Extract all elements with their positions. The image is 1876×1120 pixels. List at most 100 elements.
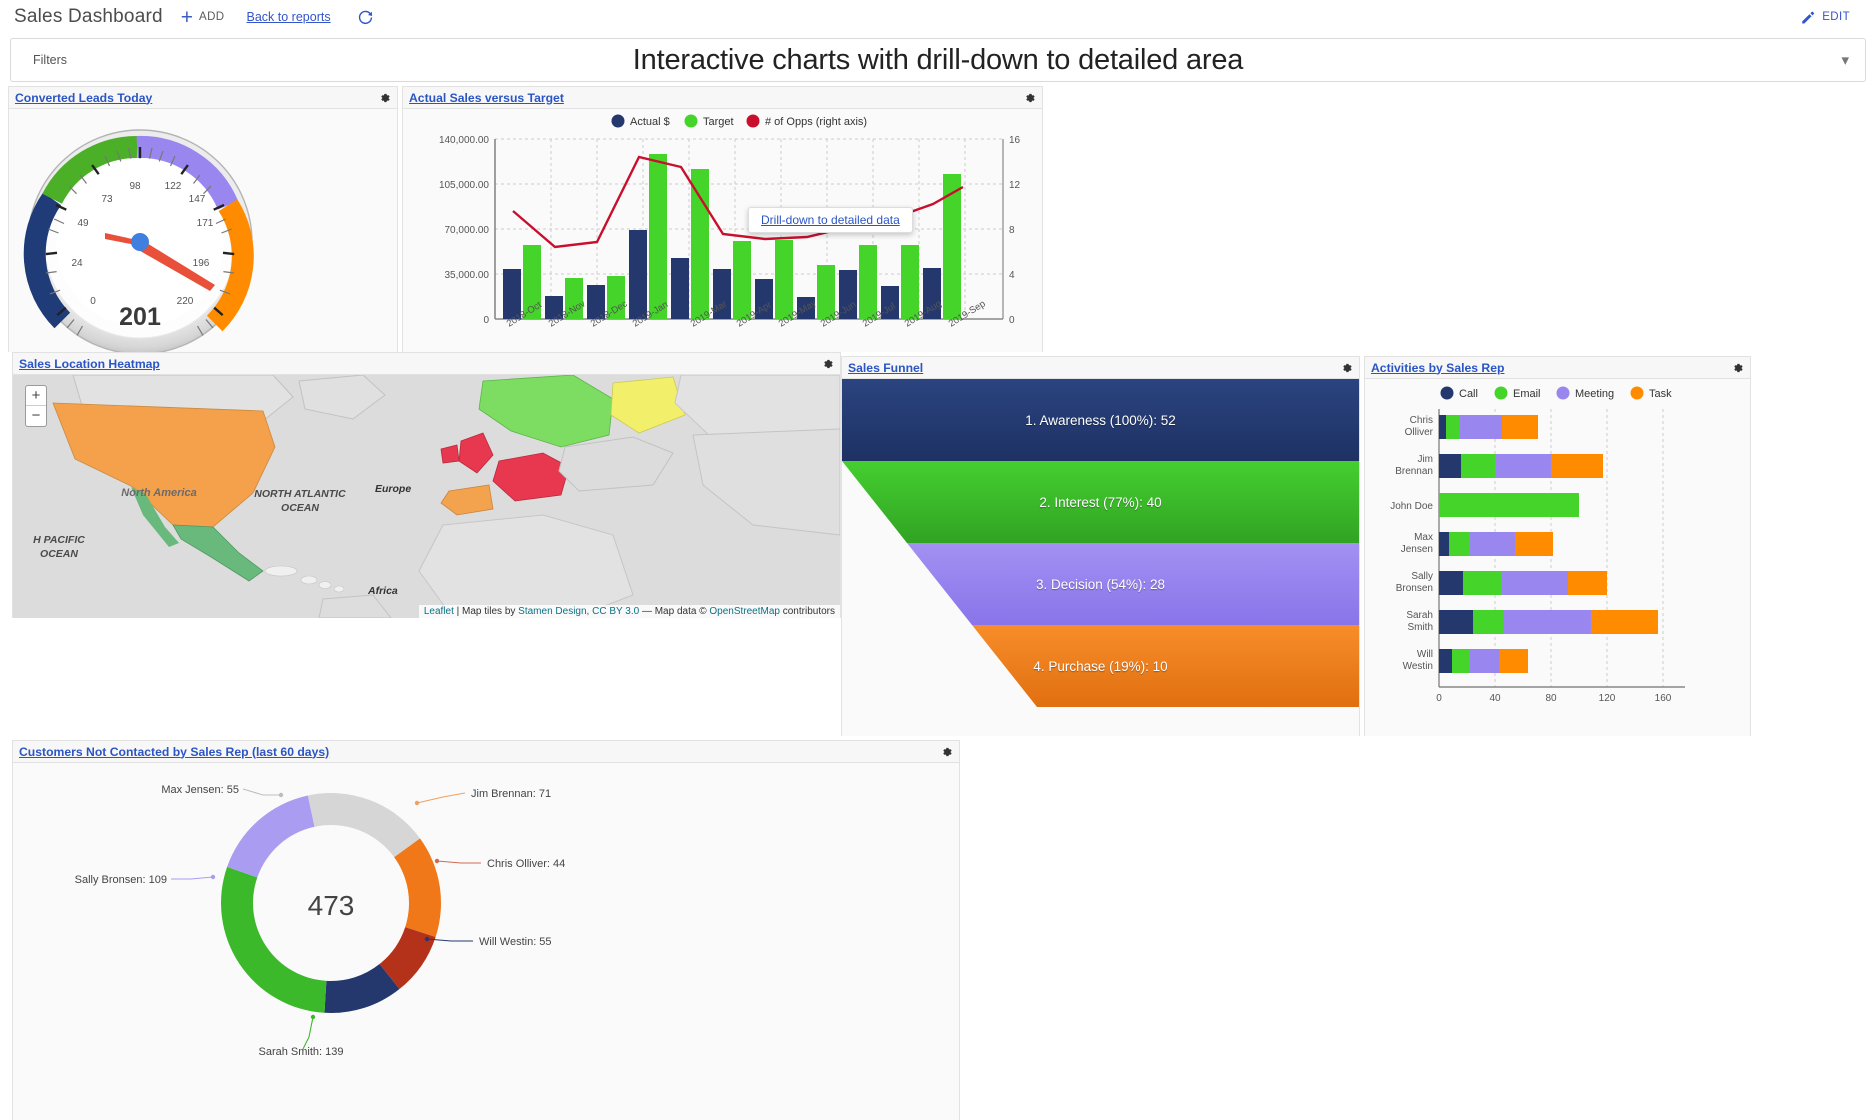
pencil-icon (1802, 11, 1815, 23)
gauge-tick-147: 147 (189, 194, 206, 205)
gear-icon[interactable] (822, 358, 834, 370)
gauge-chart: 0 24 49 73 98 122 147 171 196 220 201 (23, 129, 254, 352)
edit-button[interactable]: EDIT (1800, 10, 1850, 25)
panel-title-customers[interactable]: Customers Not Contacted by Sales Rep (la… (19, 745, 329, 759)
legend-label-call: Call (1459, 388, 1478, 400)
donut-label-jim-brennan: Jim Brennan: 71 (471, 788, 551, 800)
activity-row-john-doe[interactable] (1439, 493, 1579, 517)
cat-label-will-0: Will (1417, 649, 1433, 660)
y2-tick-0: 0 (1009, 315, 1015, 326)
cat-label-jim-0: Jim (1417, 454, 1433, 465)
world-heatmap[interactable] (13, 375, 840, 618)
donut-slice-jim-brennan[interactable] (394, 838, 441, 937)
gear-icon[interactable] (1341, 362, 1353, 374)
page-title: Sales Dashboard (14, 6, 163, 27)
panel-header-sales-funnel: Sales Funnel (842, 357, 1359, 379)
cat-label-jim-1: Brennan (1395, 466, 1433, 477)
donut-label-sally-bronsen: Sally Bronsen: 109 (75, 874, 167, 886)
panel-title-activities[interactable]: Activities by Sales Rep (1371, 361, 1504, 375)
x-tick-40: 40 (1489, 693, 1501, 704)
gear-icon[interactable] (941, 746, 953, 758)
add-button[interactable]: + ADD (181, 7, 225, 28)
activity-row-jim-brennan[interactable] (1439, 454, 1603, 478)
donut-slice-sally-bronsen[interactable] (227, 795, 315, 878)
gear-icon[interactable] (1732, 362, 1744, 374)
chart-legend: Actual $ Target # of Opps (right axis) (611, 114, 867, 128)
legend-label-opps: # of Opps (right axis) (765, 116, 867, 128)
plus-icon: + (180, 5, 194, 29)
cat-label-sally-1: Bronsen (1396, 583, 1433, 594)
back-to-reports-link[interactable]: Back to reports (247, 10, 331, 24)
panel-title-converted-leads[interactable]: Converted Leads Today (15, 91, 152, 105)
funnel-label-purchase: 4. Purchase (19%): 10 (1033, 659, 1168, 674)
refresh-button[interactable] (357, 9, 374, 26)
cat-label-max-0: Max (1414, 532, 1433, 543)
legend-label-task: Task (1649, 388, 1672, 400)
donut-center-total: 473 (308, 890, 355, 921)
filters-label[interactable]: Filters (33, 53, 67, 67)
panel-sales-location: Sales Location Heatmap + − North America… (12, 352, 841, 618)
panel-body-activities: Call Email Meeting Task Chris Olliver Ji… (1365, 379, 1750, 736)
actual-sales-vs-target-chart: Actual $ Target # of Opps (right axis) 0… (439, 114, 1021, 330)
donut-slice-sarah-smith[interactable] (221, 866, 327, 1013)
cat-label-sarah-0: Sarah (1406, 610, 1433, 621)
gauge-tick-196: 196 (193, 258, 210, 269)
gauge-tick-49: 49 (77, 218, 89, 229)
map-zoom-controls[interactable]: + − (25, 385, 47, 427)
legend-swatch-target (684, 114, 698, 128)
activity-row-will-westin[interactable] (1439, 649, 1528, 673)
panel-body-sales-location[interactable]: + − North America NORTH ATLANTIC OCEAN H… (13, 375, 840, 618)
map-zoom-out-button[interactable]: − (26, 406, 46, 426)
y2-tick-4: 4 (1009, 270, 1015, 281)
panel-converted-leads: Converted Leads Today 0 24 49 73 98 122 … (8, 86, 398, 352)
panel-activities: Activities by Sales Rep Call Email Meeti… (1364, 356, 1751, 736)
funnel-label-awareness: 1. Awareness (100%): 52 (1025, 413, 1176, 428)
donut-slice-max-jensen[interactable] (307, 792, 420, 858)
panel-header-actual-sales: Actual Sales versus Target (403, 87, 1042, 109)
stamen-link[interactable]: Stamen Design, CC BY 3.0 (518, 606, 639, 617)
activity-row-sally-bronsen[interactable] (1439, 571, 1607, 595)
dashboard-title: Interactive charts with drill-down to de… (632, 43, 1244, 76)
gauge-tick-171: 171 (197, 218, 214, 229)
gauge-tick-73: 73 (101, 194, 113, 205)
x-tick-0: 0 (1436, 693, 1442, 704)
gear-icon[interactable] (379, 92, 391, 104)
panel-title-sales-location[interactable]: Sales Location Heatmap (19, 357, 160, 371)
funnel-label-decision: 3. Decision (54%): 28 (1035, 577, 1166, 592)
panel-title-sales-funnel[interactable]: Sales Funnel (848, 361, 923, 375)
y-tick-105000: 105,000.00 (439, 180, 489, 191)
gauge-value: 201 (119, 303, 161, 331)
chevron-down-icon[interactable]: ▾ (1841, 51, 1849, 69)
gear-icon[interactable] (1024, 92, 1036, 104)
panel-header-sales-location: Sales Location Heatmap (13, 353, 840, 375)
y2-tick-12: 12 (1009, 180, 1021, 191)
legend-swatch-call (1440, 386, 1454, 400)
panel-title-actual-sales[interactable]: Actual Sales versus Target (409, 91, 564, 105)
cat-label-chris-1: Olliver (1405, 427, 1434, 438)
donut-label-chris-olliver: Chris Olliver: 44 (487, 858, 565, 870)
gauge-tick-24: 24 (71, 258, 83, 269)
x-tick-80: 80 (1545, 693, 1557, 704)
cat-label-chris-0: Chris (1410, 415, 1433, 426)
openstreetmap-link[interactable]: OpenStreetMap (709, 606, 780, 617)
app-toolbar: Sales Dashboard + ADD Back to reports ED… (0, 0, 1876, 34)
activity-row-sarah-smith[interactable] (1439, 610, 1658, 634)
line-opps (512, 155, 964, 249)
activity-row-max-jensen[interactable] (1439, 532, 1553, 556)
edit-button-label: EDIT (1822, 11, 1850, 23)
y-tick-35000: 35,000.00 (445, 270, 490, 281)
map-zoom-in-button[interactable]: + (26, 386, 46, 406)
add-button-label: ADD (199, 11, 225, 23)
sales-funnel-chart[interactable] (842, 379, 1359, 736)
y2-tick-16: 16 (1009, 135, 1021, 146)
legend-label-email: Email (1513, 388, 1541, 400)
panel-body-converted-leads: 0 24 49 73 98 122 147 171 196 220 201 (9, 109, 397, 352)
legend-swatch-email (1494, 386, 1508, 400)
leaflet-link[interactable]: Leaflet (424, 606, 454, 617)
activity-row-chris-olliver[interactable] (1439, 415, 1538, 439)
panel-customers-not-contacted: Customers Not Contacted by Sales Rep (la… (12, 740, 960, 1120)
panel-body-customers: 473 Max Jensen: 55 Jim Brennan: 71 Chris… (13, 763, 959, 1120)
legend-swatch-actual (611, 114, 625, 128)
legend-swatch-meeting (1556, 386, 1570, 400)
drilldown-link[interactable]: Drill-down to detailed data (761, 213, 900, 227)
